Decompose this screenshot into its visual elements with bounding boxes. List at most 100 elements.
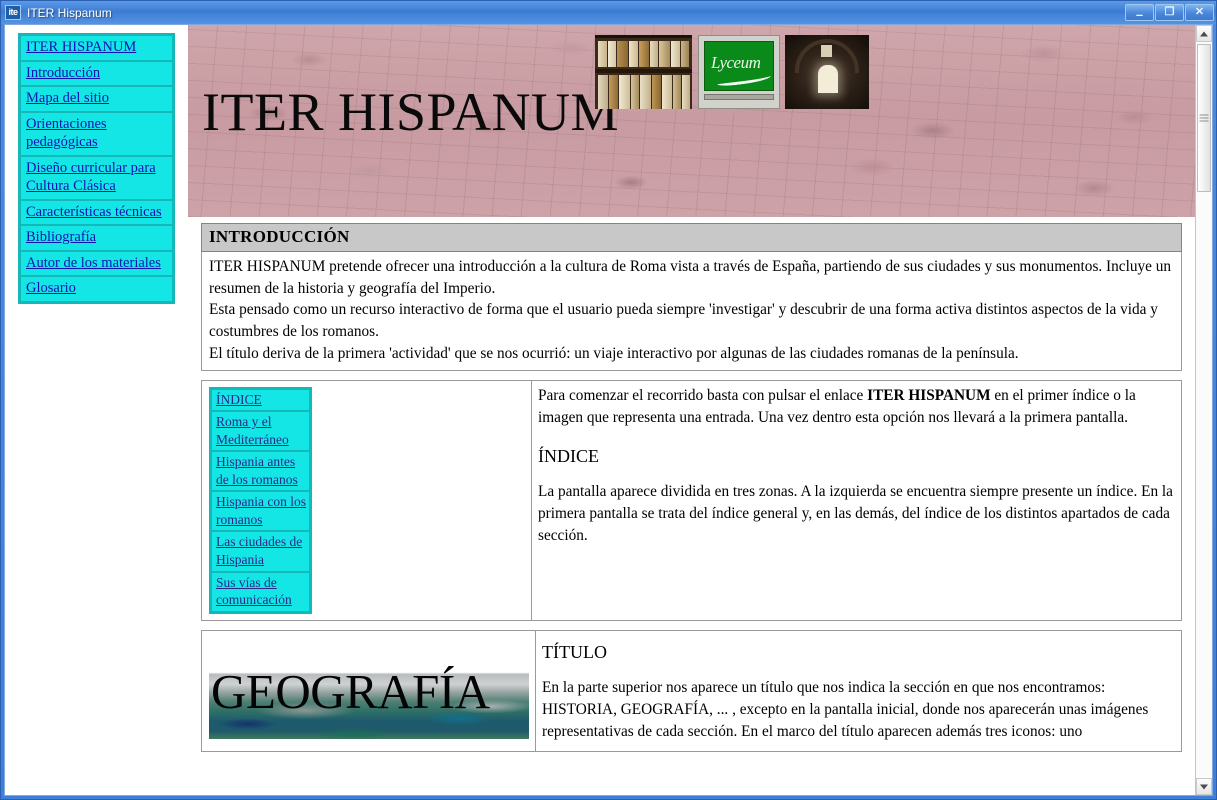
window-title: ITER Hispanum bbox=[27, 5, 112, 20]
chevron-up-icon bbox=[1200, 31, 1208, 36]
shelf-divider bbox=[595, 69, 692, 73]
sidebar-link-label[interactable]: Bibliografía bbox=[26, 228, 169, 247]
sidebar-link-label[interactable]: Introducción bbox=[26, 64, 169, 83]
sidebar-item-orientaciones-pedagogicas[interactable]: Orientaciones pedagógicas bbox=[20, 111, 173, 156]
index-item-ciudades-hispania[interactable]: Las ciudades de Hispania bbox=[211, 531, 310, 572]
browser-client-area: ITER HISPANUM Introducción Mapa del siti… bbox=[4, 24, 1213, 796]
titulo-description: En la parte superior nos aparece un títu… bbox=[542, 678, 1149, 741]
lyceum-logo-image[interactable]: Lyceum bbox=[698, 35, 780, 109]
sidebar-link-label[interactable]: ITER HISPANUM bbox=[26, 38, 169, 57]
application-icon: ite bbox=[5, 5, 21, 20]
restore-icon: ❐ bbox=[1164, 6, 1175, 18]
page-banner: ITER HISPANUM Lyceum bbox=[188, 25, 1195, 217]
restore-button[interactable]: ❐ bbox=[1155, 4, 1184, 21]
index-link-label[interactable]: Las ciudades de Hispania bbox=[216, 533, 306, 568]
chalkboard-graphic: Lyceum bbox=[704, 41, 774, 91]
book-spine bbox=[681, 41, 689, 67]
sidebar-item-bibliografia[interactable]: Bibliografía bbox=[20, 225, 173, 251]
book-spine bbox=[652, 75, 661, 109]
index-item-hispania-con-romanos[interactable]: Hispania con los romanos bbox=[211, 491, 310, 532]
geografia-image[interactable]: GEOGRAFÍA bbox=[209, 640, 529, 739]
index-description-cell: Para comenzar el recorrido basta con pul… bbox=[532, 381, 1181, 620]
book-spine bbox=[609, 75, 618, 109]
book-spine bbox=[662, 75, 672, 109]
index-link-label[interactable]: ÍNDICE bbox=[216, 391, 306, 409]
book-spine bbox=[631, 75, 639, 109]
vertical-scrollbar[interactable] bbox=[1195, 25, 1212, 795]
index-link-label[interactable]: Roma y el Mediterráneo bbox=[216, 413, 306, 448]
section-title: INTRODUCCIÓN bbox=[201, 223, 1182, 252]
minimize-icon: – bbox=[1135, 7, 1144, 22]
chalk-swoosh-icon bbox=[716, 72, 772, 88]
book-spine bbox=[673, 75, 681, 109]
index-item-indice[interactable]: ÍNDICE bbox=[211, 388, 310, 412]
roman-corridor-image[interactable] bbox=[785, 35, 869, 109]
sidebar-link-label[interactable]: Glosario bbox=[26, 279, 169, 298]
lead-text-bold: ITER HISPANUM bbox=[867, 386, 991, 404]
chevron-down-icon bbox=[1200, 784, 1208, 789]
intro-paragraph-3: El título deriva de la primera 'activida… bbox=[209, 344, 1019, 362]
scroll-up-button[interactable] bbox=[1196, 25, 1212, 42]
index-item-roma-mediterraneo[interactable]: Roma y el Mediterráneo bbox=[211, 411, 310, 452]
book-spine bbox=[650, 41, 658, 67]
window-titlebar: ite ITER Hispanum – ❐ ✕ bbox=[1, 1, 1216, 24]
content-row-titulo: GEOGRAFÍA TÍTULO En la parte superior no… bbox=[201, 629, 1182, 753]
intro-text-block: ITER HISPANUM pretende ofrecer una intro… bbox=[201, 252, 1182, 371]
sidebar-link-label[interactable]: Orientaciones pedagógicas bbox=[26, 115, 169, 152]
book-spine bbox=[617, 41, 628, 67]
sidebar-item-caracteristicas-tecnicas[interactable]: Características técnicas bbox=[20, 199, 173, 226]
index-link-label[interactable]: Sus vías de comunicación bbox=[216, 574, 306, 609]
index-link-label[interactable]: Hispania antes de los romanos bbox=[216, 453, 306, 488]
corridor-window bbox=[821, 45, 832, 57]
index-cell: ÍNDICE Roma y el Mediterráneo Hispania a… bbox=[202, 380, 532, 620]
grip-icon bbox=[1199, 114, 1209, 122]
sidebar-item-iter-hispanum[interactable]: ITER HISPANUM bbox=[20, 35, 173, 61]
content-row-index: ÍNDICE Roma y el Mediterráneo Hispania a… bbox=[201, 379, 1182, 621]
geografia-image-cell: GEOGRAFÍA bbox=[202, 630, 536, 752]
intro-paragraph-1: ITER HISPANUM pretende ofrecer una intro… bbox=[209, 258, 1172, 297]
close-button[interactable]: ✕ bbox=[1185, 4, 1214, 21]
index-item-hispania-antes-romanos[interactable]: Hispania antes de los romanos bbox=[211, 451, 310, 492]
book-spine bbox=[608, 41, 616, 67]
chalk-tray bbox=[704, 94, 774, 100]
sidebar-link-label[interactable]: Características técnicas bbox=[26, 203, 169, 222]
books-shelf-image[interactable] bbox=[595, 35, 692, 109]
sidebar-item-diseno-curricular[interactable]: Diseño curricular para Cultura Clásica bbox=[20, 155, 173, 200]
book-spine bbox=[619, 75, 630, 109]
titulo-description-cell: TÍTULO En la parte superior nos aparece … bbox=[536, 631, 1181, 752]
scroll-down-button[interactable] bbox=[1196, 778, 1212, 795]
sidebar-item-glosario[interactable]: Glosario bbox=[20, 276, 173, 303]
page-scroll-content: ITER HISPANUM Lyceum INTRODUCCIÓN ITER H… bbox=[188, 25, 1195, 795]
page-pane: ITER HISPANUM Lyceum INTRODUCCIÓN ITER H… bbox=[188, 25, 1212, 795]
indice-description: La pantalla aparece dividida en tres zon… bbox=[538, 483, 1173, 545]
application-window: ite ITER Hispanum – ❐ ✕ ITER HISPANUM In… bbox=[0, 0, 1217, 800]
intro-paragraph-2: Esta pensado como un recurso interactivo… bbox=[209, 301, 1158, 341]
minimize-button[interactable]: – bbox=[1125, 4, 1154, 22]
sidebar-link-label[interactable]: Mapa del sitio bbox=[26, 89, 169, 108]
corridor-light-arch bbox=[818, 65, 838, 93]
sidebar-item-introduccion[interactable]: Introducción bbox=[20, 60, 173, 87]
book-spine bbox=[671, 41, 680, 67]
subsection-heading-indice: ÍNDICE bbox=[538, 445, 599, 466]
sidebar-item-autor-de-los-materiales[interactable]: Autor de los materiales bbox=[20, 250, 173, 277]
index-item-vias-comunicacion[interactable]: Sus vías de comunicación bbox=[211, 571, 310, 612]
book-spine bbox=[682, 75, 690, 109]
book-spine bbox=[629, 41, 638, 67]
scrollbar-track[interactable] bbox=[1196, 42, 1212, 778]
book-spine bbox=[640, 75, 651, 109]
book-spine bbox=[659, 41, 670, 67]
banner-title: ITER HISPANUM bbox=[202, 82, 620, 142]
index-link-label[interactable]: Hispania con los romanos bbox=[216, 493, 306, 528]
close-icon: ✕ bbox=[1194, 6, 1205, 18]
site-navigation: ITER HISPANUM Introducción Mapa del siti… bbox=[5, 25, 188, 795]
book-spine bbox=[598, 75, 608, 109]
lead-paragraph: Para comenzar el recorrido basta con pul… bbox=[538, 385, 1173, 429]
sidebar-link-label[interactable]: Diseño curricular para Cultura Clásica bbox=[26, 159, 169, 196]
lead-text-before: Para comenzar el recorrido basta con pul… bbox=[538, 386, 868, 404]
sidebar-link-label[interactable]: Autor de los materiales bbox=[26, 254, 169, 273]
scrollbar-thumb[interactable] bbox=[1197, 44, 1211, 192]
navigation-table: ITER HISPANUM Introducción Mapa del siti… bbox=[18, 33, 175, 305]
geografia-image-label: GEOGRAFÍA bbox=[211, 663, 490, 719]
sidebar-item-mapa-del-sitio[interactable]: Mapa del sitio bbox=[20, 86, 173, 112]
page-content: INTRODUCCIÓN ITER HISPANUM pretende ofre… bbox=[188, 217, 1195, 753]
